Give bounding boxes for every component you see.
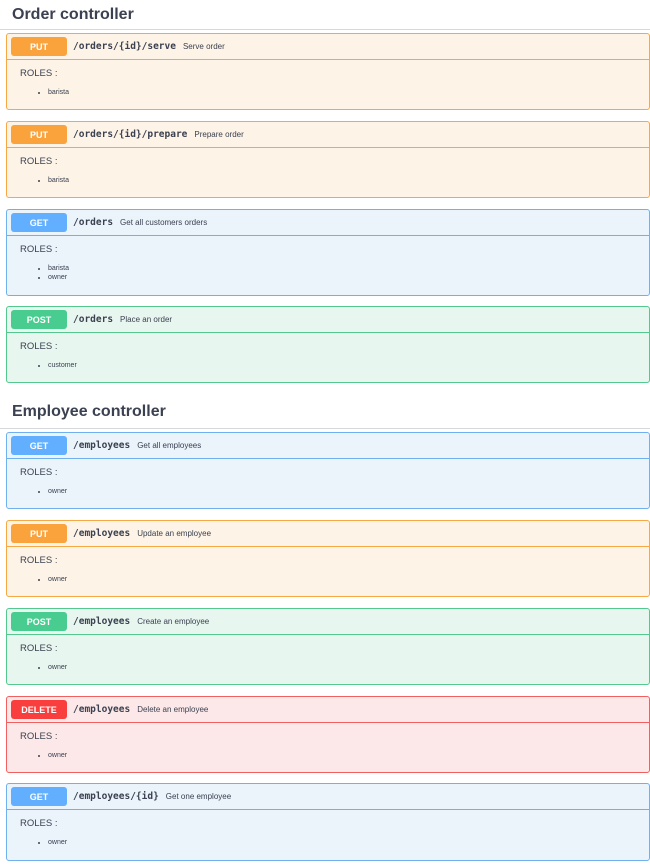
endpoint-summary: Delete an employee [137,705,209,714]
role-item: owner [48,575,649,584]
role-item: owner [48,273,649,282]
roles-list: owner [20,751,649,760]
endpoint-summary: Prepare order [194,130,244,139]
endpoint-path: /employees [73,440,131,451]
opblock-body: ROLES : customer [7,333,649,370]
opblock-body: ROLES : owner [7,810,649,847]
endpoint-summary: Get one employee [165,792,232,801]
role-item: owner [48,663,649,672]
opblock-summary[interactable]: POST /orders Place an order [7,307,649,333]
method-badge-put: PUT [11,37,67,56]
endpoint-path: /employees/{id} [73,791,159,802]
role-item: owner [48,751,649,760]
role-item: barista [48,88,649,97]
endpoint-summary: Get all employees [137,441,202,450]
roles-list: barista owner [20,264,649,282]
role-item: barista [48,264,649,273]
opblock-delete-employees: DELETE /employees Delete an employee ROL… [6,696,650,773]
opblock-summary[interactable]: GET /employees/{id} Get one employee [7,784,649,810]
roles-list: barista [20,176,649,185]
opblock-body: ROLES : owner [7,547,649,584]
opblock-get-employee-by-id: GET /employees/{id} Get one employee ROL… [6,783,650,861]
roles-label: ROLES : [20,555,58,566]
role-item: owner [48,838,649,847]
opblock-get-orders: GET /orders Get all customers orders ROL… [6,209,650,296]
order-controller-section: Order controller PUT /orders/{id}/serve … [0,0,650,395]
method-badge-get: GET [11,213,67,232]
endpoint-path: /employees [73,616,131,627]
roles-list: owner [20,575,649,584]
method-badge-put: PUT [11,125,67,144]
roles-label: ROLES : [20,643,58,654]
endpoint-path: /orders/{id}/serve [73,41,176,52]
endpoint-summary: Update an employee [137,529,212,538]
roles-list: customer [20,361,649,370]
opblock-post-orders: POST /orders Place an order ROLES : cust… [6,306,650,383]
method-badge-get: GET [11,787,67,806]
opblock-body: ROLES : barista [7,60,649,97]
role-item: barista [48,176,649,185]
method-badge-put: PUT [11,524,67,543]
roles-label: ROLES : [20,731,58,742]
order-controller-title[interactable]: Order controller [0,0,650,30]
opblock-post-employees: POST /employees Create an employee ROLES… [6,608,650,685]
roles-label: ROLES : [20,68,58,79]
endpoint-summary: Serve order [182,42,225,51]
opblock-summary[interactable]: GET /orders Get all customers orders [7,210,649,236]
endpoint-summary: Place an order [120,315,173,324]
roles-label: ROLES : [20,156,58,167]
opblock-put-orders-serve: PUT /orders/{id}/serve Serve order ROLES… [6,33,650,110]
opblock-body: ROLES : barista [7,148,649,185]
roles-label: ROLES : [20,244,58,255]
endpoint-summary: Create an employee [137,617,210,626]
role-item: owner [48,487,649,496]
opblock-body: ROLES : owner [7,723,649,760]
opblock-summary[interactable]: POST /employees Create an employee [7,609,649,635]
role-item: customer [48,361,649,370]
opblock-summary[interactable]: GET /employees Get all employees [7,433,649,459]
opblock-summary[interactable]: DELETE /employees Delete an employee [7,697,649,723]
roles-label: ROLES : [20,341,58,352]
endpoint-path: /orders/{id}/prepare [73,129,188,140]
opblock-put-employees: PUT /employees Update an employee ROLES … [6,520,650,597]
roles-label: ROLES : [20,818,58,829]
endpoint-summary: Get all customers orders [120,218,208,227]
roles-list: owner [20,838,649,847]
employee-controller-section: Employee controller GET /employees Get a… [0,395,650,867]
opblock-summary[interactable]: PUT /employees Update an employee [7,521,649,547]
endpoint-path: /orders [73,217,114,228]
roles-label: ROLES : [20,467,58,478]
method-badge-delete: DELETE [11,700,67,719]
method-badge-get: GET [11,436,67,455]
opblock-body: ROLES : barista owner [7,236,649,282]
endpoint-path: /orders [73,314,114,325]
opblock-put-orders-prepare: PUT /orders/{id}/prepare Prepare order R… [6,121,650,198]
roles-list: barista [20,88,649,97]
opblock-summary[interactable]: PUT /orders/{id}/prepare Prepare order [7,122,649,148]
roles-list: owner [20,487,649,496]
opblock-body: ROLES : owner [7,635,649,672]
opblock-summary[interactable]: PUT /orders/{id}/serve Serve order [7,34,649,60]
opblock-body: ROLES : owner [7,459,649,496]
roles-list: owner [20,663,649,672]
endpoint-path: /employees [73,704,131,715]
method-badge-post: POST [11,310,67,329]
employee-controller-title[interactable]: Employee controller [0,395,650,429]
method-badge-post: POST [11,612,67,631]
opblock-get-employees: GET /employees Get all employees ROLES :… [6,432,650,509]
endpoint-path: /employees [73,528,131,539]
